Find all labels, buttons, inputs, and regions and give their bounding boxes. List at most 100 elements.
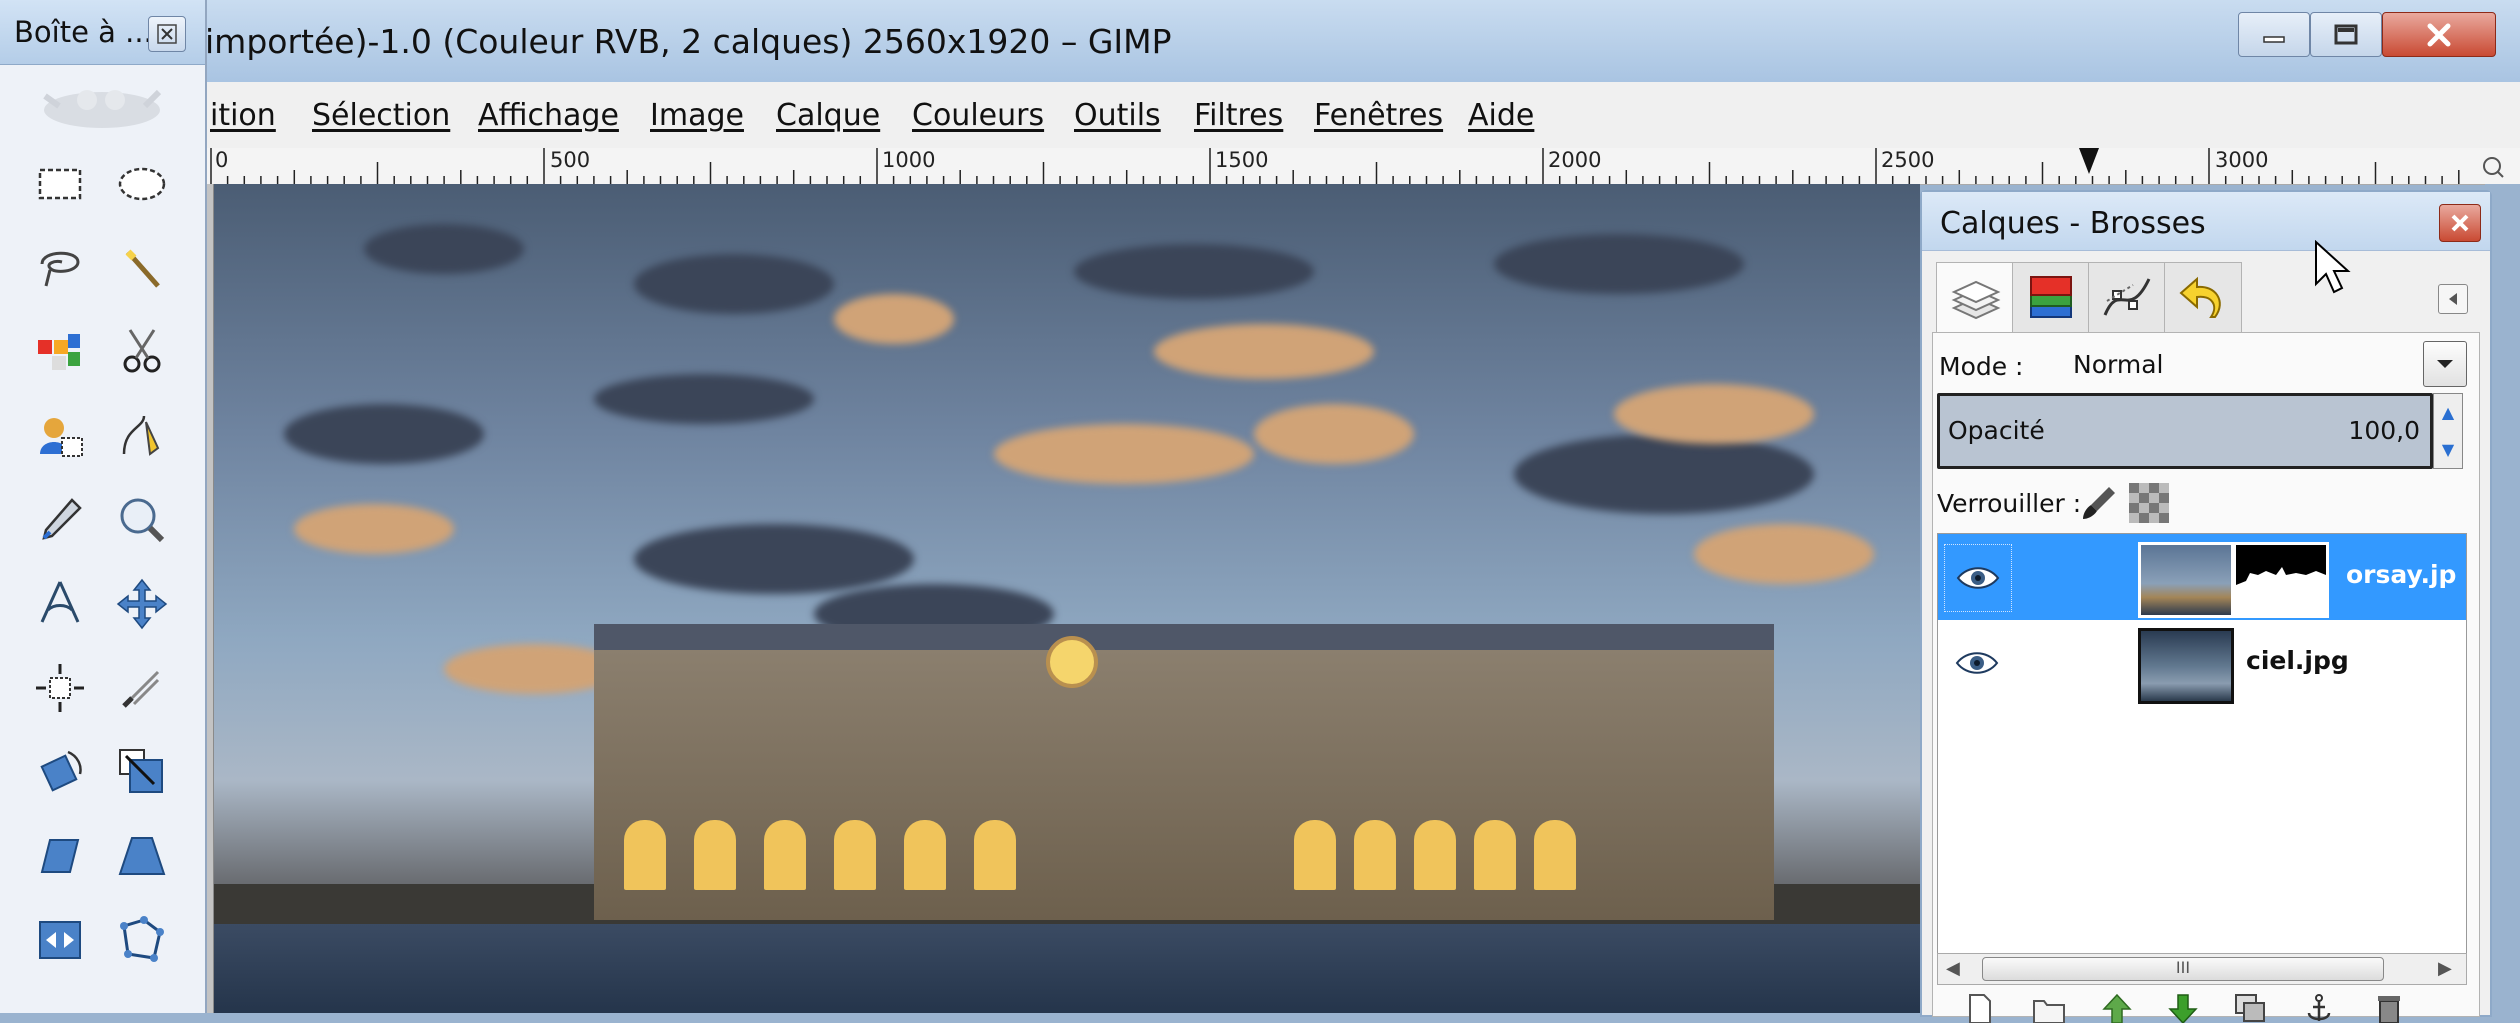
arrow-up-icon bbox=[2102, 993, 2132, 1023]
tool-foreground-select[interactable] bbox=[24, 400, 96, 472]
layer-row-orsay[interactable]: orsay.jp bbox=[1938, 534, 2466, 620]
tool-flip[interactable] bbox=[24, 904, 96, 976]
close-icon bbox=[157, 24, 177, 44]
zoom-to-fit-corner[interactable] bbox=[2470, 148, 2520, 184]
new-layer-icon bbox=[1969, 994, 1991, 1023]
mode-dropdown-arrow[interactable] bbox=[2423, 341, 2467, 387]
rotate-icon bbox=[40, 750, 82, 792]
menu-filters[interactable]: Filtres bbox=[1194, 98, 1283, 133]
scroll-right-icon[interactable]: ▶ bbox=[2438, 958, 2452, 979]
maximize-button[interactable] bbox=[2310, 12, 2382, 57]
lit-arch bbox=[694, 820, 736, 890]
scrollbar-thumb[interactable]: III bbox=[1982, 957, 2384, 981]
tool-shear[interactable] bbox=[24, 820, 96, 892]
menu-edit[interactable]: ition bbox=[210, 98, 276, 133]
dock-titlebar[interactable]: Calques - Brosses bbox=[1922, 192, 2490, 251]
tab-channels[interactable] bbox=[2012, 262, 2090, 334]
building-clock bbox=[1046, 636, 1098, 688]
spin-up-icon[interactable]: ▲ bbox=[2442, 403, 2454, 422]
tab-layers[interactable] bbox=[1936, 262, 2014, 336]
triangle-left-icon bbox=[2449, 293, 2457, 305]
menu-windows[interactable]: Fenêtres bbox=[1314, 98, 1443, 133]
raise-layer-button[interactable] bbox=[2091, 993, 2143, 1023]
tool-color-picker[interactable] bbox=[24, 484, 96, 556]
lock-pixels-toggle[interactable] bbox=[2079, 483, 2119, 523]
layer-chain-toggle[interactable] bbox=[2014, 630, 2074, 696]
layer-mask-thumbnail[interactable] bbox=[2233, 542, 2329, 618]
sky-cloud bbox=[1494, 234, 1744, 294]
tool-rect-select[interactable] bbox=[24, 148, 96, 220]
layer-chain-toggle[interactable] bbox=[2014, 544, 2074, 610]
tab-undo-history[interactable] bbox=[2164, 262, 2242, 334]
trash-icon bbox=[2378, 996, 2400, 1023]
tool-scissors-select[interactable] bbox=[106, 316, 178, 388]
lock-alpha-toggle[interactable] bbox=[2129, 483, 2169, 523]
ruler-label: 1000 bbox=[882, 148, 936, 172]
eye-icon bbox=[1955, 652, 1999, 674]
mouse-cursor-icon bbox=[2315, 240, 2351, 294]
layer-thumbnail[interactable] bbox=[2138, 628, 2234, 704]
new-layer-button[interactable] bbox=[1953, 993, 2005, 1023]
tool-align[interactable] bbox=[24, 652, 96, 724]
tool-cage-transform[interactable] bbox=[106, 904, 178, 976]
sky-cloud bbox=[994, 424, 1254, 484]
layers-panel: Mode : Normal Opacité 100,0 ▲ ▼ Verrouil… bbox=[1932, 332, 2480, 1023]
toolbox-window: Boîte à ... bbox=[0, 0, 207, 1013]
tool-color-select[interactable] bbox=[24, 316, 96, 388]
horizontal-ruler[interactable]: 0 500 1000 1500 2000 2500 3000 bbox=[205, 148, 2485, 185]
menu-view[interactable]: Affichage bbox=[478, 98, 619, 133]
anchor-icon bbox=[2307, 994, 2331, 1021]
tool-ellipse-select[interactable] bbox=[106, 148, 178, 220]
opacity-slider[interactable]: Opacité 100,0 bbox=[1937, 393, 2433, 469]
layer-name[interactable]: ciel.jpg bbox=[2246, 646, 2349, 675]
ruler-label: 2000 bbox=[1548, 148, 1602, 172]
menu-colors[interactable]: Couleurs bbox=[912, 98, 1044, 133]
anchor-layer-button[interactable] bbox=[2293, 993, 2345, 1023]
ruler-label: 3000 bbox=[2215, 148, 2269, 172]
tool-free-select[interactable] bbox=[24, 232, 96, 304]
duplicate-layer-button[interactable] bbox=[2225, 993, 2277, 1023]
mode-label: Mode : bbox=[1939, 352, 2024, 381]
menu-help[interactable]: Aide bbox=[1468, 98, 1534, 133]
tab-paths[interactable] bbox=[2088, 262, 2166, 334]
toolbox-titlebar[interactable]: Boîte à ... bbox=[0, 0, 205, 65]
layer-visibility-toggle[interactable] bbox=[1944, 544, 2012, 612]
tool-paths[interactable] bbox=[106, 400, 178, 472]
sky-cloud bbox=[1614, 384, 1814, 444]
menu-tools[interactable]: Outils bbox=[1074, 98, 1161, 133]
delete-layer-button[interactable] bbox=[2363, 993, 2415, 1023]
tool-move[interactable] bbox=[106, 568, 178, 640]
fuzzy-select-icon bbox=[125, 249, 160, 288]
layer-name[interactable]: orsay.jp bbox=[2346, 560, 2456, 589]
opacity-spinner[interactable]: ▲ ▼ bbox=[2433, 393, 2463, 469]
layers-horizontal-scrollbar[interactable]: ◀ III ▶ bbox=[1937, 953, 2467, 985]
spin-down-icon[interactable]: ▼ bbox=[2442, 440, 2454, 459]
tool-perspective[interactable] bbox=[106, 820, 178, 892]
close-window-button[interactable] bbox=[2382, 12, 2496, 57]
menu-layer[interactable]: Calque bbox=[776, 98, 880, 133]
tool-scale[interactable] bbox=[106, 736, 178, 808]
scroll-left-icon[interactable]: ◀ bbox=[1946, 958, 1960, 979]
tool-measure[interactable] bbox=[24, 568, 96, 640]
minimize-button[interactable] bbox=[2238, 12, 2310, 57]
layer-visibility-toggle[interactable] bbox=[1944, 630, 2010, 696]
paintbrush-icon bbox=[2083, 487, 2115, 519]
dock-close-button[interactable] bbox=[2439, 204, 2481, 242]
lit-arch bbox=[1294, 820, 1336, 890]
toolbox-close-button[interactable] bbox=[148, 16, 186, 52]
tool-zoom[interactable] bbox=[106, 484, 178, 556]
tool-crop[interactable] bbox=[106, 652, 178, 724]
menu-image[interactable]: Image bbox=[650, 98, 744, 133]
menu-selection[interactable]: Sélection bbox=[312, 98, 450, 133]
toolbox-title: Boîte à ... bbox=[14, 15, 153, 49]
window-titlebar[interactable]: importée)-1.0 (Couleur RVB, 2 calques) 2… bbox=[0, 0, 2520, 83]
new-layer-group-button[interactable] bbox=[2023, 993, 2075, 1023]
image-canvas[interactable] bbox=[214, 184, 1920, 1013]
dock-menu-button[interactable] bbox=[2438, 284, 2468, 314]
layer-row-ciel[interactable]: ciel.jpg bbox=[1938, 620, 2466, 706]
layer-thumbnail[interactable] bbox=[2138, 542, 2234, 618]
tool-fuzzy-select[interactable] bbox=[106, 232, 178, 304]
lower-layer-button[interactable] bbox=[2157, 993, 2209, 1023]
mode-dropdown[interactable]: Normal bbox=[2063, 341, 2467, 387]
tool-rotate[interactable] bbox=[24, 736, 96, 808]
